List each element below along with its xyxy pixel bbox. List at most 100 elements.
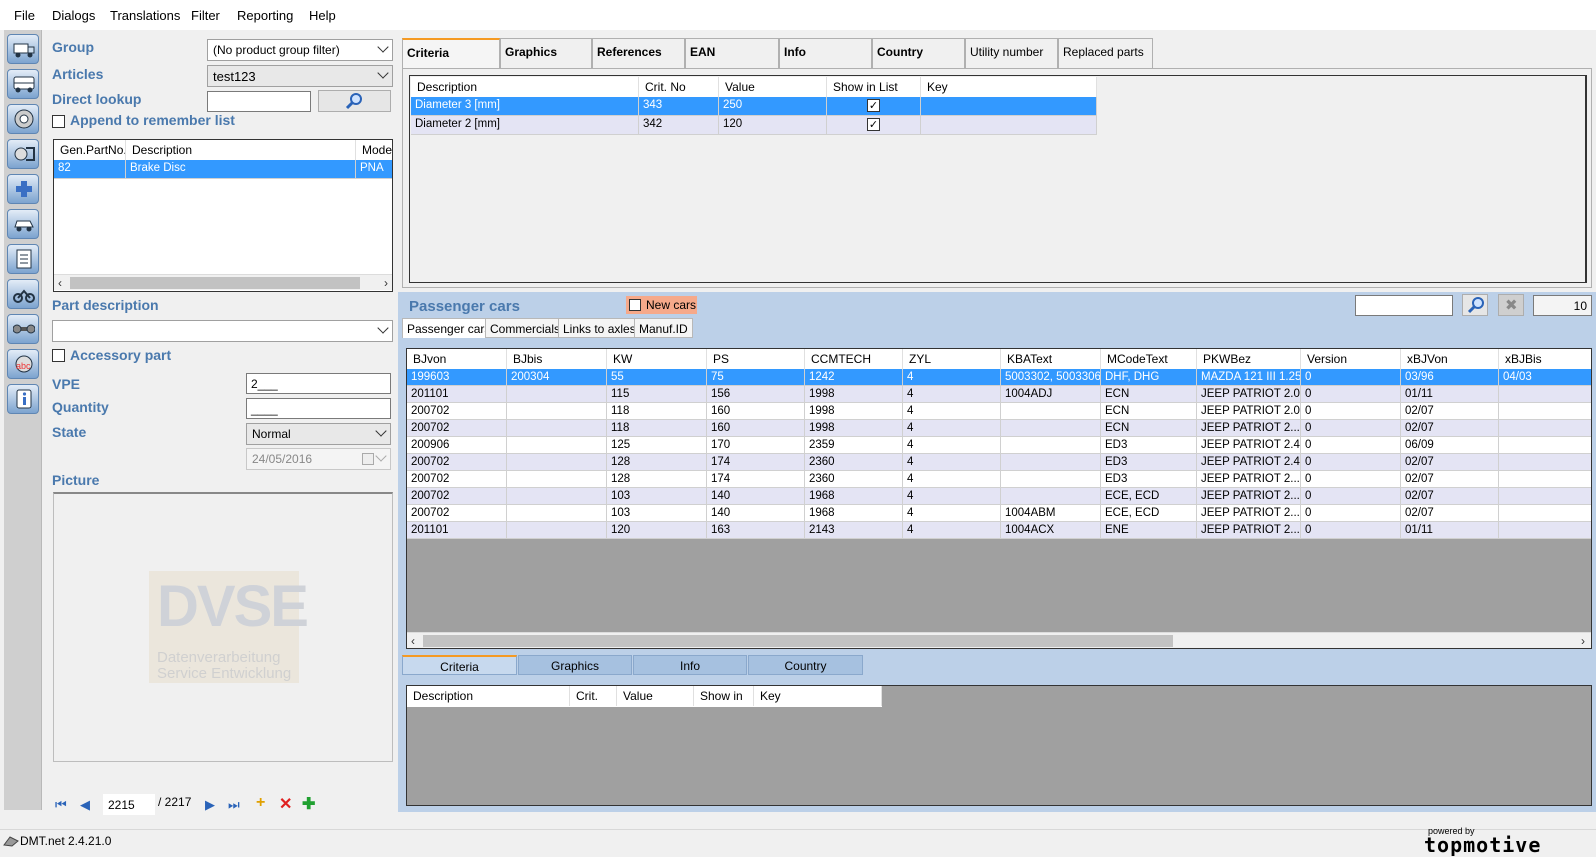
cars-cell-xbjvon[interactable]: 01/11	[1401, 386, 1499, 403]
cars-header-bjbis[interactable]: BJbis	[507, 349, 607, 369]
bottom-header-value[interactable]: Value	[617, 686, 694, 706]
criteria-cell-key[interactable]	[921, 116, 1097, 135]
cars-search-button[interactable]	[1462, 294, 1488, 316]
cars-cell-bjbis[interactable]	[507, 454, 607, 471]
cars-cell-bjvon[interactable]: 201101	[407, 386, 507, 403]
cars-cell-kbatext[interactable]	[1001, 403, 1101, 420]
cars-cell-ccmtech[interactable]: 1242	[805, 369, 903, 386]
criteria-cell-value[interactable]: 250	[719, 97, 827, 116]
bottom-tab-country[interactable]: Country	[748, 655, 863, 675]
part-description-select[interactable]	[52, 320, 393, 342]
cars-cell-version[interactable]: 0	[1301, 522, 1401, 539]
scroll-thumb[interactable]	[423, 635, 1173, 647]
cars-cell-xbjvon[interactable]: 02/07	[1401, 403, 1499, 420]
delete-record-icon[interactable]: ✕	[279, 794, 292, 814]
parts-cell-mode[interactable]: PNA	[356, 160, 392, 179]
cars-cell-mcodetext[interactable]: DHF, DHG	[1101, 369, 1197, 386]
cars-cell-xbjbis[interactable]	[1499, 488, 1591, 505]
cars-cell-xbjbis[interactable]	[1499, 505, 1591, 522]
accessory-checkbox[interactable]	[52, 349, 65, 362]
cars-cell-bjvon[interactable]: 200906	[407, 437, 507, 454]
menu-dialogs[interactable]: Dialogs	[52, 8, 95, 23]
cars-cell-xbjvon[interactable]: 02/07	[1401, 488, 1499, 505]
cars-cell-xbjvon[interactable]: 02/07	[1401, 505, 1499, 522]
tab-graphics[interactable]: Graphics	[500, 38, 592, 68]
menu-translations[interactable]: Translations	[110, 8, 180, 23]
cars-header-kw[interactable]: KW	[607, 349, 707, 369]
cars-header-mcodetext[interactable]: MCodeText	[1101, 349, 1197, 369]
bottom-header-show-in[interactable]: Show in	[694, 686, 754, 706]
cars-cell-version[interactable]: 0	[1301, 403, 1401, 420]
tab-info[interactable]: Info	[779, 38, 872, 68]
cars-cell-xbjvon[interactable]: 06/09	[1401, 437, 1499, 454]
cars-search-input[interactable]	[1355, 295, 1453, 316]
cars-cell-version[interactable]: 0	[1301, 505, 1401, 522]
cars-cell-ccmtech[interactable]: 1968	[805, 505, 903, 522]
cars-cell-ccmtech[interactable]: 2143	[805, 522, 903, 539]
cars-cell-xbjbis[interactable]	[1499, 454, 1591, 471]
cars-cell-zyl[interactable]: 4	[903, 386, 1001, 403]
cars-header-ccmtech[interactable]: CCMTECH	[805, 349, 903, 369]
cars-cell-mcodetext[interactable]: ECE, ECD	[1101, 505, 1197, 522]
cars-header-bjvon[interactable]: BJvon	[407, 349, 507, 369]
cars-cell-zyl[interactable]: 4	[903, 420, 1001, 437]
bottom-tab-criteria[interactable]: Criteria	[402, 655, 517, 675]
cars-cell-mcodetext[interactable]: ECN	[1101, 420, 1197, 437]
date-picker[interactable]: 24/05/2016	[246, 448, 391, 470]
record-number-input[interactable]: 2215	[103, 794, 155, 815]
cars-cell-bjbis[interactable]	[507, 403, 607, 420]
tab-utility-number[interactable]: Utility number	[965, 38, 1058, 68]
append-checkbox[interactable]	[52, 115, 65, 128]
cars-cell-pkwbez[interactable]: JEEP PATRIOT 2.4	[1197, 437, 1301, 454]
cars-cell-version[interactable]: 0	[1301, 437, 1401, 454]
criteria-header-critno[interactable]: Crit. No	[639, 77, 719, 97]
check-icon[interactable]: ✓	[867, 118, 880, 131]
new-cars-toggle[interactable]: New cars	[626, 296, 697, 314]
criteria-cell-show[interactable]: ✓	[827, 116, 921, 135]
cars-cell-ps[interactable]: 156	[707, 386, 805, 403]
cars-header-xbjvon[interactable]: xBJVon	[1401, 349, 1499, 369]
motorbike-icon[interactable]	[7, 279, 39, 309]
cars-cell-pkwbez[interactable]: JEEP PATRIOT 2....	[1197, 420, 1301, 437]
cars-cell-xbjvon[interactable]: 01/11	[1401, 522, 1499, 539]
cars-cell-mcodetext[interactable]: ED3	[1101, 454, 1197, 471]
cars-cell-kbatext[interactable]: 1004ACX	[1001, 522, 1101, 539]
brake-disc-icon[interactable]	[7, 104, 39, 134]
scroll-thumb[interactable]	[70, 277, 360, 289]
cars-cell-ps[interactable]: 160	[707, 403, 805, 420]
direct-lookup-input[interactable]	[207, 91, 311, 112]
cars-cell-pkwbez[interactable]: JEEP PATRIOT 2....	[1197, 505, 1301, 522]
cars-cell-kw[interactable]: 103	[607, 488, 707, 505]
cars-cell-pkwbez[interactable]: JEEP PATRIOT 2.0	[1197, 386, 1301, 403]
cars-cell-bjvon[interactable]: 200702	[407, 505, 507, 522]
cars-cell-ps[interactable]: 174	[707, 454, 805, 471]
criteria-cell-critno[interactable]: 342	[639, 116, 719, 135]
cars-cell-bjvon[interactable]: 199603	[407, 369, 507, 386]
cars-cell-bjbis[interactable]	[507, 386, 607, 403]
cars-cell-kw[interactable]: 125	[607, 437, 707, 454]
cars-cell-xbjbis[interactable]	[1499, 403, 1591, 420]
clear-filter-button[interactable]: ✖	[1498, 294, 1524, 316]
cars-cell-bjbis[interactable]	[507, 420, 607, 437]
parts-cell-genpartno[interactable]: 82	[54, 160, 126, 179]
bottom-header-key[interactable]: Key	[754, 686, 882, 706]
tab-criteria[interactable]: Criteria	[402, 38, 500, 68]
criteria-header-key[interactable]: Key	[921, 77, 1097, 97]
car-icon[interactable]	[7, 209, 39, 239]
criteria-cell-description[interactable]: Diameter 3 [mm]	[411, 97, 639, 116]
cars-header-zyl[interactable]: ZYL	[903, 349, 1001, 369]
cars-cell-bjbis[interactable]	[507, 488, 607, 505]
cars-cell-kbatext[interactable]	[1001, 488, 1101, 505]
articles-select[interactable]: test123	[207, 65, 393, 87]
cars-cell-ps[interactable]: 140	[707, 505, 805, 522]
cars-cell-bjbis[interactable]	[507, 437, 607, 454]
truck-icon[interactable]	[7, 34, 39, 64]
cars-cell-xbjbis[interactable]: 04/03	[1499, 369, 1591, 386]
scroll-right-icon[interactable]: ›	[384, 276, 388, 290]
cars-cell-pkwbez[interactable]: JEEP PATRIOT 2.0	[1197, 403, 1301, 420]
axle-icon[interactable]	[7, 314, 39, 344]
quantity-input[interactable]: ____	[246, 398, 391, 419]
cars-cell-pkwbez[interactable]: JEEP PATRIOT 2....	[1197, 488, 1301, 505]
cars-cell-zyl[interactable]: 4	[903, 369, 1001, 386]
cars-cell-kw[interactable]: 120	[607, 522, 707, 539]
